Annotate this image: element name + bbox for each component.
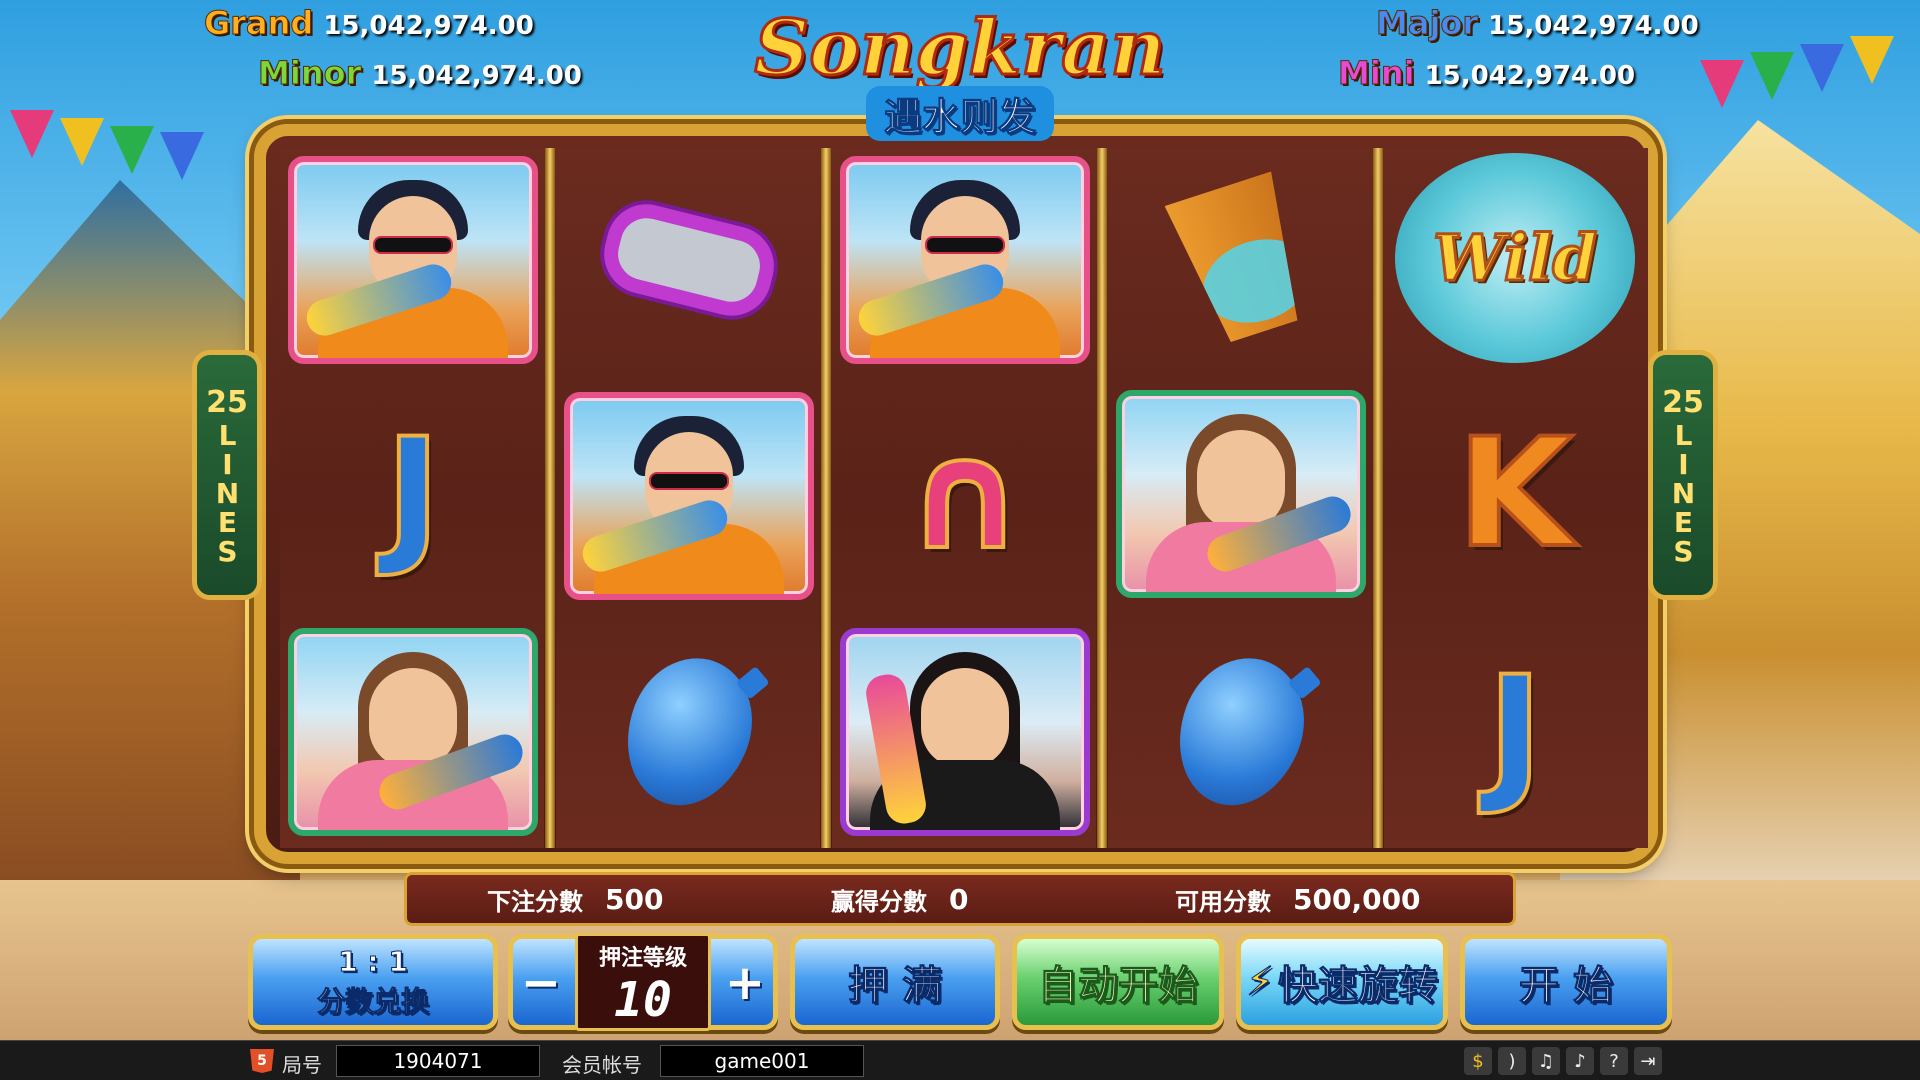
music-icon[interactable]: ♫ <box>1532 1047 1560 1075</box>
symbol-water-balloon <box>1112 626 1370 838</box>
rss-icon[interactable]: ) <box>1498 1047 1526 1075</box>
bet-label: 下注分數 <box>487 887 583 916</box>
reel-divider <box>821 148 831 848</box>
symbol-water-balloon <box>560 626 818 838</box>
jackpot-grand: Grand 15,042,974.00 <box>203 4 534 43</box>
paylines-word: LINES <box>1667 418 1700 564</box>
round-number: 1904071 <box>336 1045 540 1077</box>
symbol-man-water-gun <box>836 154 1094 366</box>
info-bar: 下注分數 500 赢得分數 0 可用分數 500,000 <box>404 872 1516 926</box>
bunting-flag <box>1750 52 1794 100</box>
paylines-banner-left: 25 LINES <box>192 350 262 600</box>
jackpot-major-label: Major <box>1375 4 1479 43</box>
logo-title: Songkran <box>753 3 1167 92</box>
bunting-flag <box>60 118 104 166</box>
bet-level-value: 10 <box>614 972 672 1028</box>
reel-area: J ∩ Wild K J <box>280 148 1648 848</box>
help-icon[interactable]: ? <box>1600 1047 1628 1075</box>
jackpot-minor-value: 15,042,974.00 <box>371 61 582 91</box>
credit-value: 500,000 <box>1293 882 1421 916</box>
jackpot-minor: Minor 15,042,974.00 <box>257 54 582 93</box>
bet-decrease-button[interactable]: − <box>517 947 565 1019</box>
bet-increase-button[interactable]: + <box>721 947 769 1019</box>
win-label: 赢得分數 <box>831 887 927 916</box>
bunting-flag <box>1850 36 1894 84</box>
max-bet-button[interactable]: 押 满 <box>790 934 1000 1030</box>
reel-divider <box>545 148 555 848</box>
bunting-flag <box>110 126 154 174</box>
symbol-letter-k: K <box>1455 407 1575 581</box>
game-logo: Songkran 遇水则发 <box>720 3 1200 141</box>
auto-start-button[interactable]: 自动开始 <box>1012 934 1224 1030</box>
jackpot-mini-label: Mini <box>1338 54 1416 93</box>
logo-subtitle: 遇水则发 <box>865 86 1054 141</box>
jackpot-mini: Mini 15,042,974.00 <box>1338 54 1636 93</box>
symbol-water-bucket <box>1112 154 1370 366</box>
credit-label: 可用分數 <box>1175 887 1271 916</box>
bunting-flag <box>1700 60 1744 108</box>
symbol-letter-j: J <box>1485 645 1545 819</box>
bet-amount: 下注分數 500 <box>487 882 663 917</box>
jackpot-minor-label: Minor <box>257 54 362 93</box>
symbol-man-water-gun <box>284 154 542 366</box>
turbo-spin-button[interactable]: ⚡ 快速旋转 <box>1236 934 1448 1030</box>
symbol-wild: Wild <box>1386 152 1644 364</box>
member-label: 会员帐号 <box>562 1053 642 1077</box>
win-value: 0 <box>949 882 969 916</box>
bunting-flag <box>1800 44 1844 92</box>
paylines-count: 25 <box>1662 384 1704 420</box>
reel-divider <box>1097 148 1107 848</box>
jackpot-major: Major 15,042,974.00 <box>1375 4 1699 43</box>
paylines-banner-right: 25 LINES <box>1648 350 1718 600</box>
jackpot-grand-label: Grand <box>203 4 314 43</box>
lightning-icon: ⚡ <box>1245 959 1275 1006</box>
bet-level-display: 押注等级 10 <box>575 933 711 1031</box>
html5-icon: 5 <box>250 1049 274 1073</box>
jackpot-mini-value: 15,042,974.00 <box>1424 61 1636 91</box>
paylines-word: LINES <box>211 418 244 564</box>
turbo-label: 快速旋转 <box>1278 963 1439 1010</box>
bet-value: 500 <box>605 882 664 916</box>
jackpot-grand-value: 15,042,974.00 <box>323 11 534 41</box>
exchange-ratio: 1 : 1 <box>338 945 409 979</box>
start-spin-button[interactable]: 开 始 <box>1460 934 1672 1030</box>
symbol-man-water-gun <box>560 390 818 602</box>
member-account: game001 <box>660 1045 864 1077</box>
sound-icon[interactable]: ♪ <box>1566 1047 1594 1075</box>
reel-divider <box>1373 148 1383 848</box>
bet-level-label: 押注等级 <box>598 946 687 971</box>
credit-amount: 可用分數 500,000 <box>1175 882 1421 917</box>
credit-exchange-button[interactable]: 1 : 1 分数兑换 <box>248 934 498 1030</box>
paylines-count: 25 <box>206 384 248 420</box>
bet-level-stepper: − 押注等级 10 + <box>508 933 778 1031</box>
exit-icon[interactable]: ⇥ <box>1634 1047 1662 1075</box>
win-amount: 赢得分數 0 <box>831 882 968 917</box>
symbol-letter-j: J <box>383 407 443 581</box>
symbol-woman-water-gun <box>1112 388 1370 600</box>
round-label: 局号 <box>282 1053 322 1077</box>
jackpot-major-value: 15,042,974.00 <box>1488 11 1699 41</box>
bunting-flag <box>10 110 54 158</box>
symbol-goggles <box>560 154 818 366</box>
coin-icon[interactable]: $ <box>1464 1047 1492 1075</box>
bunting-flag <box>160 132 204 180</box>
exchange-label: 分数兑换 <box>316 985 429 1019</box>
symbol-letter-a: ∩ <box>902 409 1028 583</box>
symbol-woman-water-gun <box>284 626 542 838</box>
status-bar: 5 局号 1904071 会员帐号 game001 $ ) ♫ ♪ ? ⇥ <box>0 1040 1920 1080</box>
symbol-woman-dark-water-gun <box>836 626 1094 838</box>
